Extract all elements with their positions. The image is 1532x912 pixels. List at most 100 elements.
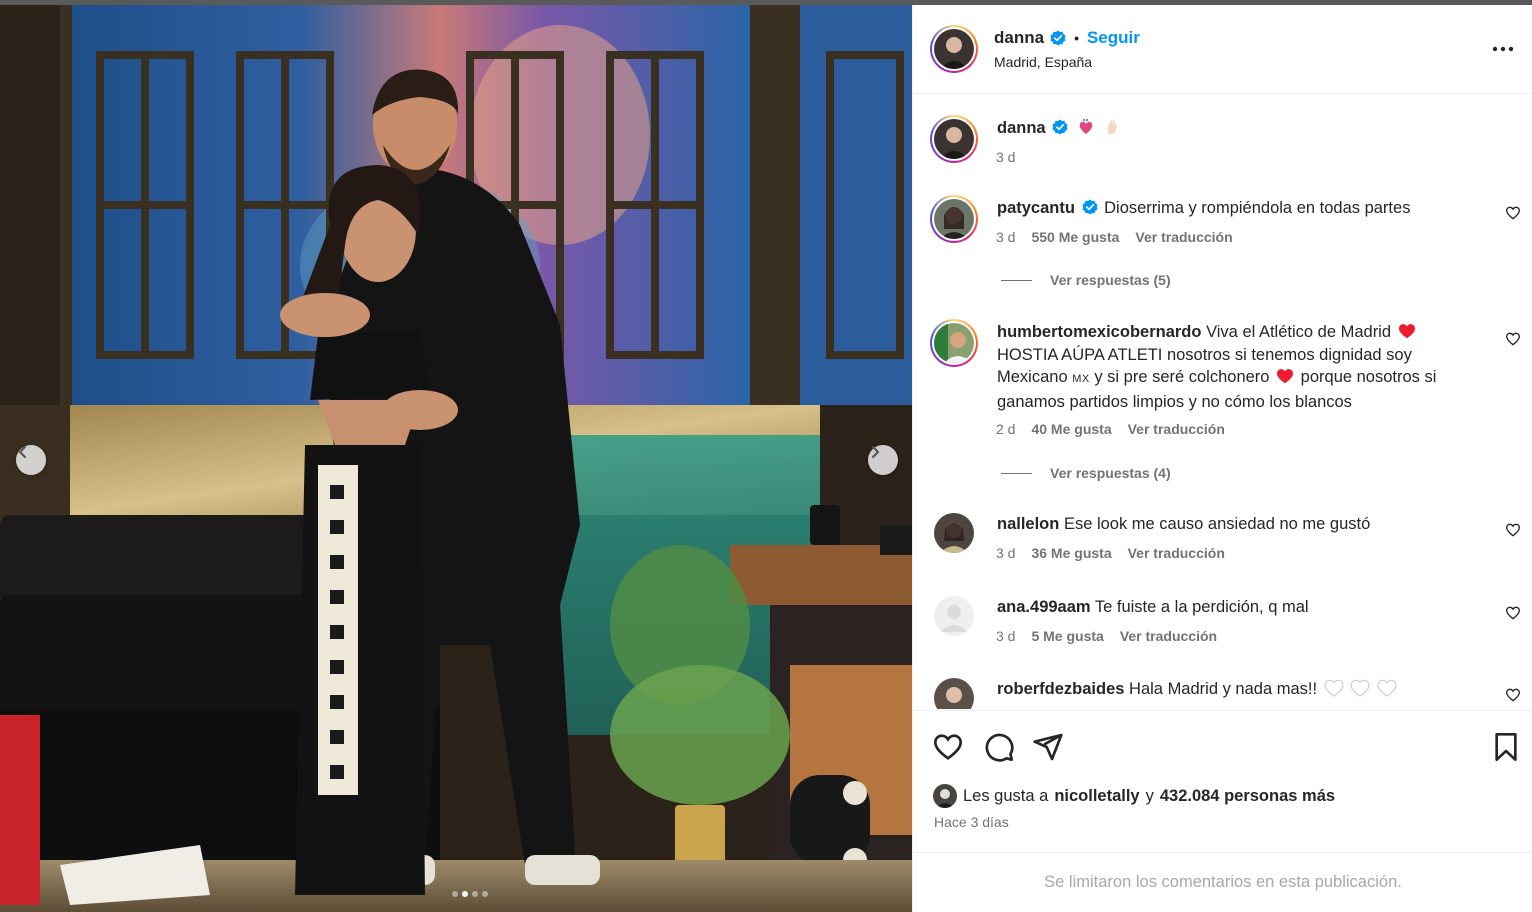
commenter-avatar[interactable] — [934, 596, 974, 636]
view-replies-button[interactable]: Ver respuestas (4) — [1001, 465, 1171, 481]
hand-emoji-icon — [1108, 120, 1118, 134]
white-heart-emoji-icon — [1350, 679, 1370, 697]
comment-body-part: Viva el Atlético de Madrid — [1206, 323, 1392, 341]
save-bookmark-icon[interactable] — [1490, 731, 1522, 763]
verified-badge-icon — [1052, 119, 1068, 135]
chevron-right-icon — [872, 446, 879, 458]
post-location[interactable]: Madrid, España — [994, 54, 1092, 70]
more-options-icon[interactable] — [1491, 45, 1515, 53]
comments-limited-notice: Se limitaron los comentarios en esta pub… — [913, 852, 1532, 912]
translate-link[interactable]: Ver traducción — [1120, 628, 1217, 644]
comment-time[interactable]: 2 d — [996, 421, 1015, 437]
comment-text: humbertomexicobernardo Viva el Atlético … — [997, 321, 1477, 413]
comment-time[interactable]: 3 d — [996, 229, 1015, 245]
carousel-dot-active — [462, 891, 468, 897]
carousel-dots — [452, 891, 488, 897]
commenter-avatar[interactable] — [930, 319, 978, 367]
next-photo-button[interactable] — [868, 445, 898, 475]
translate-link[interactable]: Ver traducción — [1135, 229, 1232, 245]
carousel-dot — [452, 891, 458, 897]
avatar-photo — [933, 784, 957, 808]
likes-prefix: Les gusta a — [963, 786, 1049, 805]
carousel-dot — [482, 891, 488, 897]
view-replies-button[interactable]: Ver respuestas (5) — [1001, 272, 1171, 288]
photo-illustration — [0, 5, 912, 912]
comment-body: Te fuiste a la perdición, q mal — [1094, 598, 1309, 616]
verified-badge-icon — [1050, 30, 1066, 46]
replies-line — [1001, 279, 1032, 281]
likes-summary: Les gusta a nicolletally y 432.084 perso… — [933, 784, 1335, 808]
avatar-photo — [934, 323, 974, 363]
translate-link[interactable]: Ver traducción — [1128, 421, 1225, 437]
comments-list[interactable]: danna 3 d patycantu Dioserrima y rompién… — [913, 95, 1532, 709]
previous-photo-button[interactable] — [16, 445, 46, 475]
comment-body: Dioserrima y rompiéndola en todas partes — [1104, 199, 1411, 217]
commenter-avatar[interactable] — [930, 195, 978, 243]
comment-username[interactable]: ana.499aam — [997, 598, 1091, 616]
caption-username[interactable]: danna — [997, 119, 1046, 137]
comment-time[interactable]: 3 d — [996, 545, 1015, 561]
comment-text: ana.499aam Te fuiste a la perdición, q m… — [997, 596, 1477, 619]
author-avatar[interactable] — [930, 25, 978, 73]
comment-likes[interactable]: 5 Me gusta — [1031, 628, 1103, 644]
author-name-row: danna • Seguir — [994, 28, 1140, 48]
comment-likes[interactable]: 40 Me gusta — [1031, 421, 1111, 437]
comment-bubble-icon[interactable] — [983, 731, 1015, 763]
white-heart-emoji-icon — [1324, 679, 1344, 697]
comment-time[interactable]: 3 d — [996, 628, 1015, 644]
comment-body: Hala Madrid y nada mas!! — [1129, 680, 1318, 698]
caption-avatar[interactable] — [930, 115, 978, 163]
post-photo — [0, 5, 912, 912]
comment-meta: 3 d 5 Me gusta Ver traducción — [996, 628, 1217, 644]
avatar-photo — [934, 119, 974, 159]
comment-username[interactable]: nallelon — [997, 515, 1059, 533]
view-replies-label: Ver respuestas (4) — [1050, 465, 1171, 481]
caption-text: danna — [997, 117, 1477, 140]
comment-text: nallelon Ese look me causo ansiedad no m… — [997, 513, 1477, 536]
liker-username[interactable]: nicolletally — [1054, 787, 1139, 806]
avatar-photo — [934, 199, 974, 239]
like-heart-icon[interactable] — [932, 731, 964, 763]
comment-meta: 3 d 550 Me gusta Ver traducción — [996, 229, 1233, 245]
default-avatar-icon — [934, 596, 974, 636]
replies-line — [1001, 472, 1032, 474]
commenter-avatar[interactable] — [934, 678, 974, 709]
likes-others-count[interactable]: 432.084 personas más — [1160, 787, 1335, 806]
post-time-ago[interactable]: Hace 3 días — [934, 814, 1009, 830]
view-replies-label: Ver respuestas (5) — [1050, 272, 1171, 288]
like-comment-heart-icon[interactable] — [1505, 605, 1521, 621]
post-actions: Les gusta a nicolletally y 432.084 perso… — [913, 710, 1532, 852]
mexico-flag-emoji: MX — [1072, 373, 1090, 385]
like-comment-heart-icon[interactable] — [1505, 331, 1521, 347]
follow-button[interactable]: Seguir — [1087, 28, 1140, 48]
avatar-photo — [934, 513, 974, 553]
like-comment-heart-icon[interactable] — [1505, 205, 1521, 221]
carousel-dot — [472, 891, 478, 897]
red-heart-emoji-icon — [1277, 369, 1294, 384]
comment-username[interactable]: roberfdezbaides — [997, 680, 1124, 698]
anatomical-heart-emoji-icon — [1079, 119, 1093, 134]
chevron-left-icon — [19, 446, 26, 458]
likes-connector: y — [1145, 786, 1154, 805]
comment-text: roberfdezbaides Hala Madrid y nada mas!! — [997, 678, 1477, 701]
comment-body: Ese look me causo ansiedad no me gustó — [1063, 515, 1371, 533]
caption-time[interactable]: 3 d — [996, 149, 1015, 165]
post-header: danna • Seguir Madrid, España — [913, 5, 1532, 94]
verified-badge-icon — [1082, 199, 1098, 215]
commenter-avatar[interactable] — [934, 513, 974, 553]
liker-avatar[interactable] — [933, 784, 957, 808]
avatar-photo — [934, 29, 974, 69]
comment-username[interactable]: patycantu — [997, 199, 1075, 217]
comment-likes[interactable]: 550 Me gusta — [1031, 229, 1119, 245]
like-comment-heart-icon[interactable] — [1505, 522, 1521, 538]
translate-link[interactable]: Ver traducción — [1128, 545, 1225, 561]
comment-likes[interactable]: 36 Me gusta — [1031, 545, 1111, 561]
share-paper-plane-icon[interactable] — [1032, 731, 1064, 763]
like-comment-heart-icon[interactable] — [1505, 687, 1521, 703]
separator-dot: • — [1074, 30, 1079, 46]
comment-meta: 3 d 36 Me gusta Ver traducción — [996, 545, 1225, 561]
comment-username[interactable]: humbertomexicobernardo — [997, 323, 1201, 341]
author-username[interactable]: danna — [994, 28, 1044, 48]
comment-body-part: y si pre seré colchonero — [1094, 368, 1270, 386]
caption-meta: 3 d — [996, 149, 1015, 165]
